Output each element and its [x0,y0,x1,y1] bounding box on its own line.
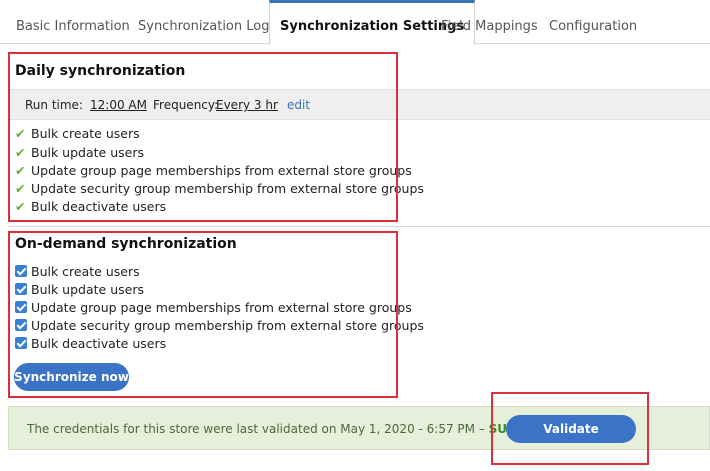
tab-basic-information[interactable]: Basic Information [16,0,130,43]
credentials-message-text: The credentials for this store were last… [27,422,489,436]
highlight-box-daily [8,52,398,222]
highlight-box-on-demand [8,231,398,398]
tab-configuration[interactable]: Configuration [549,0,637,43]
tab-bar: Basic Information Synchronization Logs S… [0,0,710,45]
highlight-box-validate [491,392,649,465]
tab-field-mappings[interactable]: Field Mappings [441,0,538,43]
tab-synchronization-logs[interactable]: Synchronization Logs [138,0,276,43]
credentials-message: The credentials for this store were last… [27,422,550,436]
section-divider [8,226,710,227]
